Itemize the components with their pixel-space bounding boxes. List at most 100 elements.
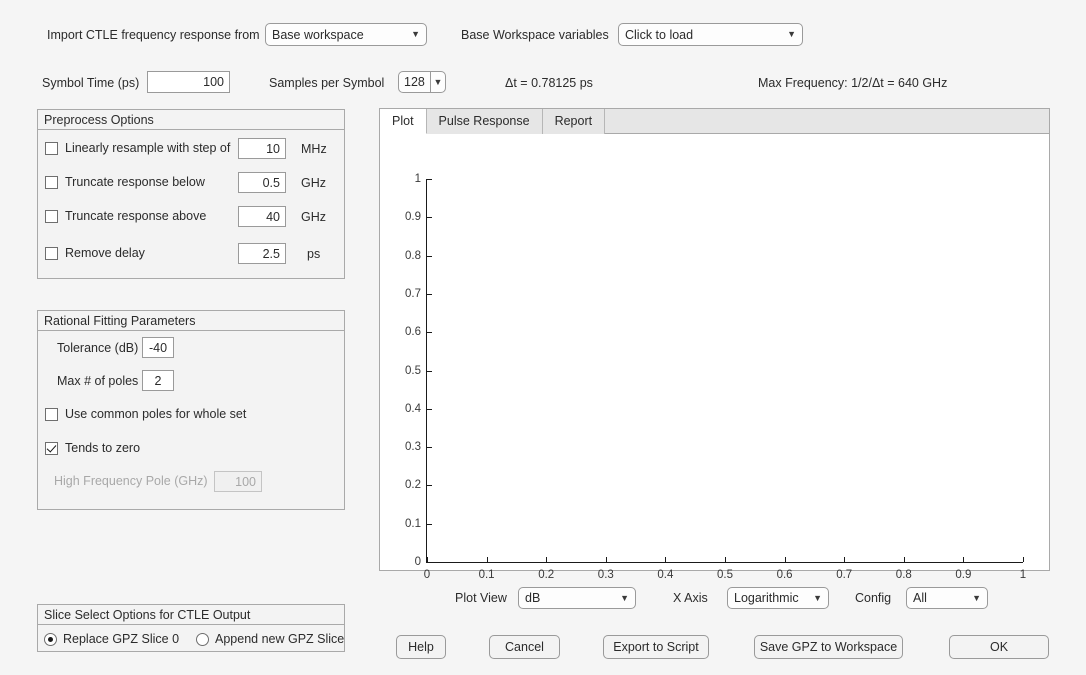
import-source-dropdown[interactable]: Base workspace ▼ bbox=[265, 23, 427, 46]
truncate-above-label: Truncate response above bbox=[65, 209, 207, 223]
linearly-resample-checkbox-row[interactable]: Linearly resample with step of bbox=[45, 141, 230, 155]
plot-view-dropdown[interactable]: dB ▼ bbox=[518, 587, 636, 609]
y-axis-tick-label: 0.7 bbox=[405, 287, 421, 300]
remove-delay-label: Remove delay bbox=[65, 246, 145, 260]
workspace-vars-dropdown[interactable]: Click to load ▼ bbox=[618, 23, 803, 46]
y-axis-tick-label: 0.4 bbox=[405, 402, 421, 415]
append-gpz-slice-radio[interactable] bbox=[196, 632, 209, 646]
max-poles-label: Max # of poles bbox=[57, 374, 139, 388]
plot-view-value: dB bbox=[525, 591, 541, 605]
x-axis-tick-label: 0.2 bbox=[538, 569, 555, 581]
y-axis-tick-mark bbox=[427, 408, 432, 410]
max-poles-input[interactable]: 2 bbox=[142, 370, 174, 391]
remove-delay-checkbox[interactable] bbox=[45, 246, 58, 260]
truncate-above-checkbox-row[interactable]: Truncate response above bbox=[45, 209, 206, 223]
tab-plot[interactable]: Plot bbox=[380, 109, 427, 134]
tolerance-label: Tolerance (dB) bbox=[57, 341, 139, 355]
chevron-down-icon: ▼ bbox=[787, 29, 796, 39]
help-button[interactable]: Help bbox=[396, 635, 446, 659]
y-axis-tick-label: 0.5 bbox=[405, 364, 421, 377]
slice-select-title: Slice Select Options for CTLE Output bbox=[38, 605, 344, 625]
x-axis-tick-mark bbox=[1023, 557, 1024, 562]
ok-button[interactable]: OK bbox=[949, 635, 1049, 659]
config-value: All bbox=[913, 591, 927, 605]
tends-to-zero-checkbox-row[interactable]: Tends to zero bbox=[45, 441, 140, 455]
chevron-down-icon[interactable]: ▼ bbox=[429, 72, 445, 92]
y-axis-tick-label: 0.8 bbox=[405, 249, 421, 262]
y-axis-tick-label: 0.9 bbox=[405, 211, 421, 224]
x-axis-label: X Axis bbox=[673, 591, 708, 605]
x-axis-tick-mark bbox=[427, 557, 428, 562]
high-frequency-pole-label: High Frequency Pole (GHz) bbox=[54, 474, 208, 488]
preprocess-options-title: Preprocess Options bbox=[38, 110, 344, 130]
y-axis-tick-label: 0.6 bbox=[405, 326, 421, 339]
high-frequency-pole-input: 100 bbox=[214, 471, 262, 492]
x-axis-tick-label: 0.1 bbox=[478, 569, 495, 581]
chevron-down-icon: ▼ bbox=[972, 592, 981, 603]
x-axis-tick-label: 0.7 bbox=[836, 569, 853, 581]
samples-per-symbol-dropdown[interactable]: 128 ▼ bbox=[398, 71, 446, 93]
tends-to-zero-label: Tends to zero bbox=[65, 441, 141, 455]
y-axis-tick-mark bbox=[427, 255, 432, 257]
append-gpz-slice-radio-row[interactable]: Append new GPZ Slice bbox=[196, 632, 344, 646]
tab-content-plot: 0 0.1 0.2 0.3 0.4 0.5 0.6 0.7 0.8 0.9 1 0 0.1 0.2 0.3 0… bbox=[380, 134, 1049, 581]
workspace-vars-value: Click to load bbox=[625, 27, 694, 42]
y-axis-tick-mark bbox=[427, 485, 432, 487]
truncate-below-checkbox[interactable] bbox=[45, 175, 58, 189]
samples-per-symbol-label: Samples per Symbol bbox=[269, 76, 385, 90]
linearly-resample-label: Linearly resample with step of bbox=[65, 141, 231, 155]
x-axis-tick-mark bbox=[665, 557, 667, 562]
x-axis-dropdown[interactable]: Logarithmic ▼ bbox=[727, 587, 829, 609]
plot-view-label: Plot View bbox=[455, 591, 507, 605]
export-to-script-button[interactable]: Export to Script bbox=[603, 635, 709, 659]
tab-pulse-response[interactable]: Pulse Response bbox=[426, 109, 543, 134]
chevron-down-icon: ▼ bbox=[620, 592, 629, 603]
y-axis-tick-mark bbox=[427, 370, 432, 372]
common-poles-checkbox[interactable] bbox=[45, 407, 58, 421]
y-axis-tick-label: 0.1 bbox=[405, 517, 421, 530]
truncate-below-input[interactable]: 0.5 bbox=[238, 172, 286, 193]
linearly-resample-unit: MHz bbox=[301, 142, 327, 156]
save-gpz-to-workspace-button[interactable]: Save GPZ to Workspace bbox=[754, 635, 903, 659]
x-axis-value: Logarithmic bbox=[734, 591, 799, 605]
x-axis-tick-label: 0.5 bbox=[717, 569, 733, 581]
tab-report[interactable]: Report bbox=[542, 109, 606, 134]
x-axis-tick-label: 0.4 bbox=[657, 569, 674, 581]
x-axis-tick-mark bbox=[963, 557, 965, 562]
truncate-above-checkbox[interactable] bbox=[45, 209, 58, 223]
common-poles-label: Use common poles for whole set bbox=[65, 407, 247, 421]
truncate-below-label: Truncate response below bbox=[65, 175, 205, 189]
remove-delay-checkbox-row[interactable]: Remove delay bbox=[45, 246, 145, 260]
x-axis-tick-label: 0 bbox=[423, 569, 431, 581]
replace-gpz-slice-radio[interactable] bbox=[44, 632, 57, 646]
import-source-value: Base workspace bbox=[272, 27, 364, 42]
chevron-down-icon: ▼ bbox=[813, 592, 822, 603]
y-axis-tick-label: 1 bbox=[414, 173, 421, 185]
truncate-above-input[interactable]: 40 bbox=[238, 206, 286, 227]
x-axis-tick-mark bbox=[903, 557, 905, 562]
x-axis-tick-mark bbox=[605, 557, 607, 562]
linearly-resample-input[interactable]: 10 bbox=[238, 138, 286, 159]
symbol-time-input[interactable]: 100 bbox=[147, 71, 230, 93]
workspace-vars-label: Base Workspace variables bbox=[461, 28, 609, 42]
chevron-down-icon: ▼ bbox=[411, 29, 420, 39]
x-axis-tick-label: 0.3 bbox=[597, 569, 614, 581]
append-gpz-slice-label: Append new GPZ Slice bbox=[215, 632, 345, 646]
truncate-below-unit: GHz bbox=[301, 176, 326, 190]
replace-gpz-slice-radio-row[interactable]: Replace GPZ Slice 0 bbox=[44, 632, 179, 646]
max-frequency-text: Max Frequency: 1/2/Δt = 640 GHz bbox=[758, 76, 948, 90]
truncate-below-checkbox-row[interactable]: Truncate response below bbox=[45, 175, 205, 189]
linearly-resample-checkbox[interactable] bbox=[45, 141, 58, 155]
x-axis-tick-mark bbox=[486, 557, 488, 562]
plot-area[interactable]: 0 0.1 0.2 0.3 0.4 0.5 0.6 0.7 0.8 0.9 1 0 0.1 0.2 0.3 0… bbox=[405, 173, 1026, 581]
tolerance-input[interactable]: -40 bbox=[142, 337, 174, 358]
common-poles-checkbox-row[interactable]: Use common poles for whole set bbox=[45, 407, 246, 421]
remove-delay-input[interactable]: 2.5 bbox=[238, 243, 286, 264]
config-dropdown[interactable]: All ▼ bbox=[906, 587, 988, 609]
config-label: Config bbox=[855, 591, 892, 605]
tab-strip: Plot Pulse Response Report bbox=[380, 109, 1049, 134]
cancel-button[interactable]: Cancel bbox=[489, 635, 560, 659]
y-axis-tick-mark bbox=[427, 179, 432, 180]
tends-to-zero-checkbox[interactable] bbox=[45, 441, 58, 455]
symbol-time-label: Symbol Time (ps) bbox=[42, 76, 140, 90]
